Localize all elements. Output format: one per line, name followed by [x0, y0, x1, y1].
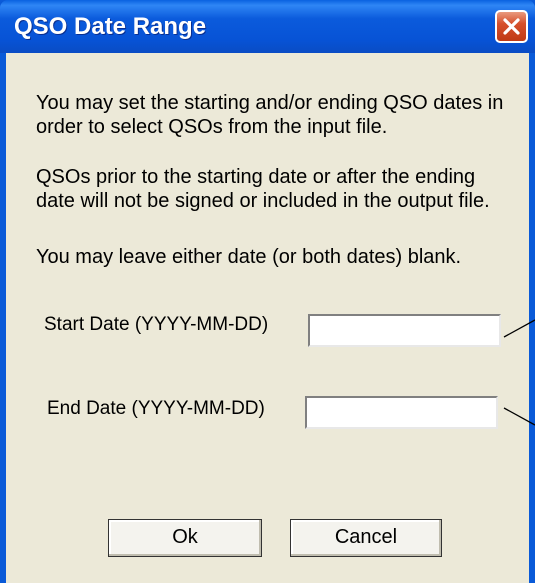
end-callout-line	[503, 407, 535, 426]
start-callout-line	[503, 319, 535, 338]
callout-lines	[503, 319, 535, 426]
dialog-window: QSO Date Range You may set the starting …	[0, 0, 535, 583]
